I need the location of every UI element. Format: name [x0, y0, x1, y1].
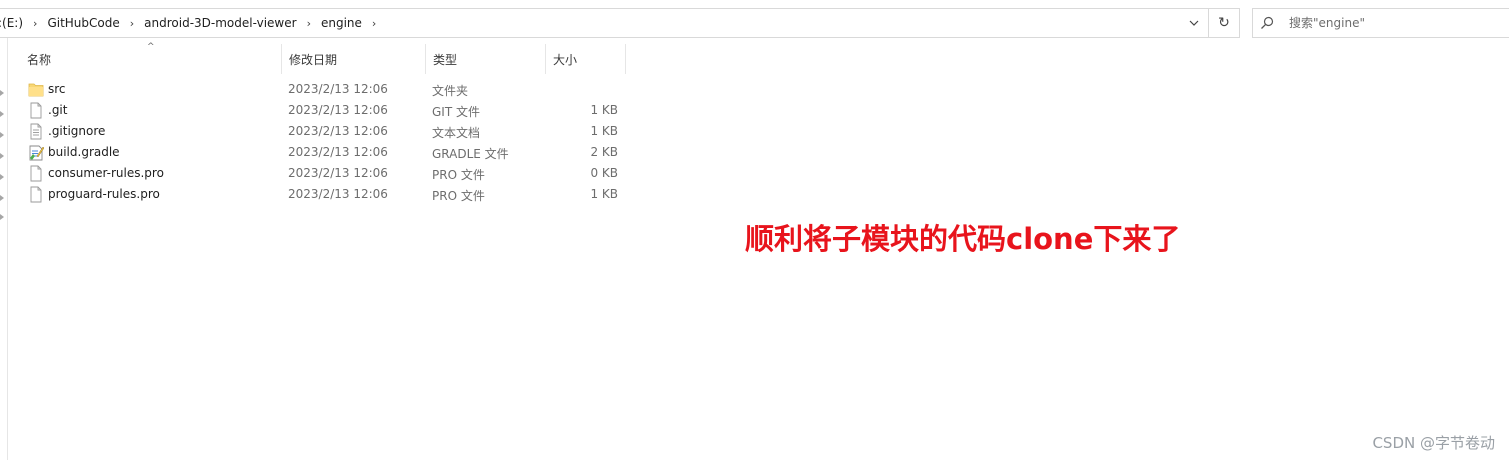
breadcrumb-android-3d-model-viewer[interactable]: android-3D-model-viewer — [142, 16, 298, 30]
text-file-icon — [28, 123, 44, 140]
watermark: CSDN @字节卷动 — [1372, 434, 1495, 452]
file-type: 文本文档 — [432, 126, 481, 140]
expand-arrow-icon[interactable] — [0, 153, 4, 159]
annotation-text: 顺利将子模块的代码clone下来了 — [745, 222, 1181, 256]
column-header-type[interactable]: 类型 — [426, 44, 546, 74]
file-type: PRO 文件 — [432, 168, 485, 182]
address-history-button[interactable] — [1180, 9, 1208, 37]
column-header-date[interactable]: 修改日期 — [282, 44, 426, 74]
file-type: 文件夹 — [432, 84, 469, 98]
table-row[interactable]: src 2023/2/13 12:06 文件夹 — [20, 79, 630, 100]
breadcrumb-drive[interactable]: :(E:) — [0, 16, 25, 30]
chevron-right-icon[interactable]: › — [122, 17, 142, 30]
column-header-name-label: 名称 — [27, 52, 52, 67]
expand-arrow-icon[interactable] — [0, 214, 4, 220]
table-row[interactable]: .gitignore 2023/2/13 12:06 文本文档 1 KB — [20, 121, 630, 142]
search-input[interactable] — [1289, 16, 1489, 30]
title-strip — [0, 0, 1509, 8]
address-bar[interactable]: :(E:) › GitHubCode › android-3D-model-vi… — [0, 8, 1240, 38]
breadcrumb-githubcode[interactable]: GitHubCode — [45, 16, 121, 30]
breadcrumb: :(E:) › GitHubCode › android-3D-model-vi… — [0, 9, 384, 37]
expand-arrow-icon[interactable] — [0, 111, 4, 117]
file-name: build.gradle — [48, 145, 120, 159]
file-type: GRADLE 文件 — [432, 147, 509, 161]
file-size: 1 KB — [590, 124, 618, 138]
breadcrumb-engine[interactable]: engine — [319, 16, 364, 30]
file-type: GIT 文件 — [432, 105, 480, 119]
refresh-icon: ↻ — [1218, 15, 1230, 31]
file-date: 2023/2/13 12:06 — [288, 103, 388, 117]
expand-arrow-icon[interactable] — [0, 90, 4, 96]
file-name: .git — [48, 103, 68, 117]
file-type: PRO 文件 — [432, 189, 485, 203]
table-row[interactable]: build.gradle 2023/2/13 12:06 GRADLE 文件 2… — [20, 142, 630, 163]
file-size: 1 KB — [590, 187, 618, 201]
chevron-right-icon[interactable]: › — [364, 17, 384, 30]
file-name: proguard-rules.pro — [48, 187, 160, 201]
gradle-file-icon — [28, 144, 45, 161]
file-icon — [28, 102, 44, 119]
navigation-pane[interactable] — [0, 38, 8, 460]
file-icon — [28, 186, 44, 203]
expand-arrow-icon[interactable] — [0, 195, 4, 201]
file-date: 2023/2/13 12:06 — [288, 145, 388, 159]
table-row[interactable]: consumer-rules.pro 2023/2/13 12:06 PRO 文… — [20, 163, 630, 184]
file-name: consumer-rules.pro — [48, 166, 164, 180]
file-size: 1 KB — [590, 103, 618, 117]
file-date: 2023/2/13 12:06 — [288, 124, 388, 138]
file-date: 2023/2/13 12:06 — [288, 187, 388, 201]
table-row[interactable]: proguard-rules.pro 2023/2/13 12:06 PRO 文… — [20, 184, 630, 205]
expand-arrow-icon[interactable] — [0, 174, 4, 180]
file-size: 0 KB — [590, 166, 618, 180]
column-header-name[interactable]: 名称 — [20, 44, 282, 74]
file-explorer-window: :(E:) › GitHubCode › android-3D-model-vi… — [0, 0, 1509, 460]
file-name: src — [48, 82, 66, 96]
file-size: 2 KB — [590, 145, 618, 159]
expand-arrow-icon[interactable] — [0, 132, 4, 138]
chevron-right-icon[interactable]: › — [25, 17, 45, 30]
chevron-down-icon — [1189, 20, 1199, 26]
file-name: .gitignore — [48, 124, 106, 138]
column-header-type-label: 类型 — [433, 52, 458, 67]
table-row[interactable]: .git 2023/2/13 12:06 GIT 文件 1 KB — [20, 100, 630, 121]
file-date: 2023/2/13 12:06 — [288, 166, 388, 180]
folder-icon — [28, 81, 44, 98]
search-icon — [1253, 9, 1281, 37]
file-date: 2023/2/13 12:06 — [288, 82, 388, 96]
file-icon — [28, 165, 44, 182]
chevron-right-icon[interactable]: › — [299, 17, 319, 30]
column-header-date-label: 修改日期 — [289, 52, 338, 67]
refresh-button[interactable]: ↻ — [1208, 9, 1239, 37]
column-header-size[interactable]: 大小 — [546, 44, 626, 74]
search-box[interactable] — [1252, 8, 1509, 38]
column-header-size-label: 大小 — [553, 52, 578, 67]
